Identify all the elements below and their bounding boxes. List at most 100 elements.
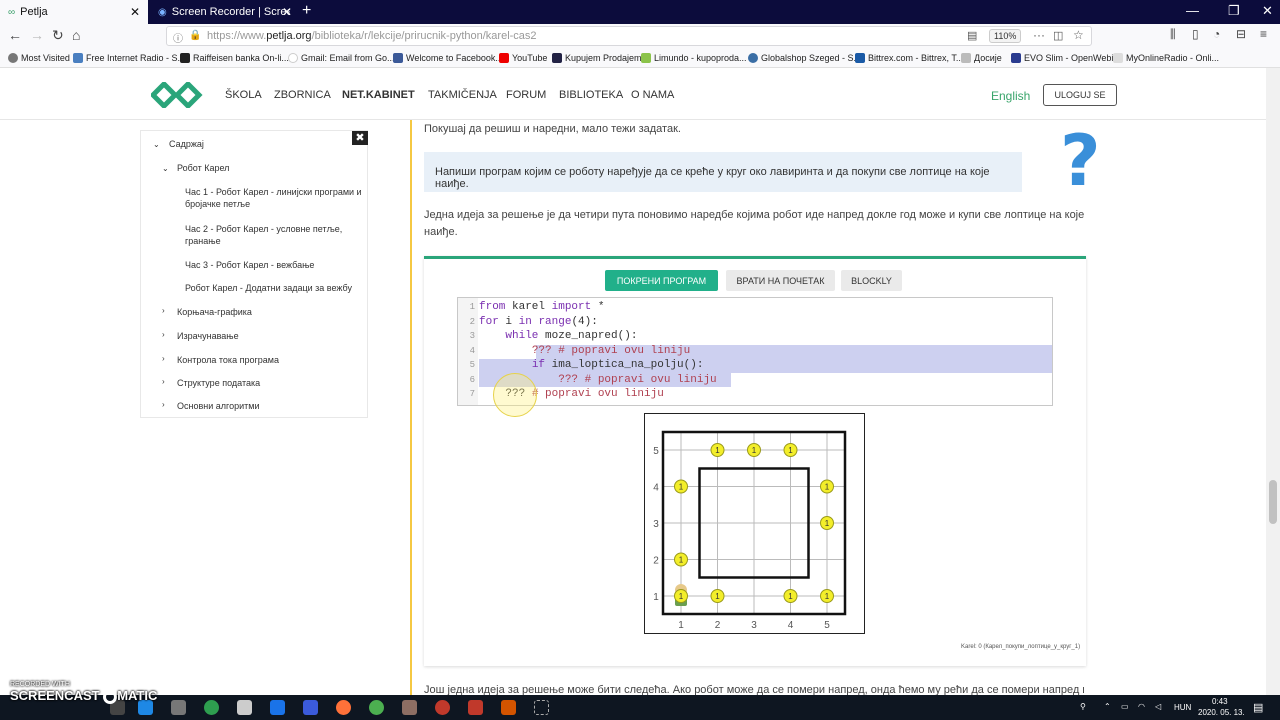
clock-time[interactable]: 0:43 — [1212, 697, 1228, 706]
bookmark-item[interactable]: YouTube — [499, 53, 547, 63]
pocket-icon[interactable]: ◫ — [1053, 29, 1063, 42]
code-line[interactable]: ??? # popravi ovu liniju — [479, 345, 690, 357]
new-tab-icon[interactable]: + — [302, 2, 311, 20]
maximize-icon[interactable]: ❐ — [1228, 3, 1240, 19]
forward-icon[interactable]: → — [30, 27, 44, 43]
clock-date[interactable]: 2020. 05. 13. — [1198, 708, 1245, 717]
chevron-right-icon[interactable]: › — [162, 306, 165, 315]
code-line[interactable]: from karel import * — [479, 301, 604, 313]
toc-section[interactable]: Корњача-графика — [177, 306, 252, 318]
toc-lesson-2[interactable]: Час 2 - Робот Карел - условне петље, гра… — [185, 223, 355, 247]
nav-takmicenja[interactable]: TAKMIČENJA — [428, 89, 497, 101]
mail-icon[interactable] — [270, 700, 285, 715]
input-language[interactable]: HUN — [1174, 703, 1191, 712]
battery-icon[interactable]: ▭ — [1121, 702, 1129, 711]
chrome-icon[interactable] — [369, 700, 384, 715]
ball-count-label: 1 — [825, 519, 830, 528]
app-icon[interactable] — [435, 700, 450, 715]
sidebar-toggle-icon[interactable]: ▯ — [1192, 27, 1199, 41]
nav-o-nama[interactable]: O NAMA — [631, 89, 674, 101]
more-actions-icon[interactable]: ··· — [1033, 28, 1045, 42]
page-scrollbar[interactable] — [1266, 68, 1280, 695]
bookmark-item[interactable]: Globalshop Szeged - S... — [748, 53, 861, 63]
bookmark-item[interactable]: Free Internet Radio - S... — [73, 53, 185, 63]
code-line[interactable]: for i in range(4): — [479, 316, 598, 328]
petlja-logo-icon[interactable] — [151, 82, 203, 108]
snipping-icon[interactable] — [534, 700, 549, 715]
chevron-right-icon[interactable]: › — [162, 354, 165, 363]
tab-screen-recorder[interactable]: ◉ Screen Recorder | Screencast-O ✕ — [150, 0, 300, 24]
bookmark-item[interactable]: Limundo - kupoproda... — [641, 53, 747, 63]
chevron-right-icon[interactable]: › — [162, 400, 165, 409]
reader-view-icon[interactable]: ▤ — [967, 29, 977, 42]
toc-lesson-1[interactable]: Час 1 - Робот Карел - линијски програми … — [185, 186, 363, 210]
reload-icon[interactable]: ↻ — [52, 27, 64, 44]
scrollbar-thumb[interactable] — [1269, 480, 1277, 524]
chevron-down-icon[interactable]: ⌄ — [162, 164, 169, 173]
bookmark-item[interactable]: MyOnlineRadio - Onli... — [1113, 53, 1219, 63]
bookmark-item[interactable]: Досије — [961, 53, 1002, 63]
close-icon[interactable]: ✕ — [282, 5, 292, 19]
calculator-icon[interactable] — [237, 700, 252, 715]
nav-forum[interactable]: FORUM — [506, 89, 546, 101]
nav-biblioteka[interactable]: BIBLIOTEKA — [559, 89, 623, 101]
chevron-right-icon[interactable]: › — [162, 377, 165, 386]
notifications-icon[interactable]: ▤ — [1253, 701, 1263, 714]
minimize-icon[interactable]: — — [1186, 3, 1199, 18]
back-icon[interactable]: ← — [8, 27, 22, 43]
url-bar[interactable]: ⓘ 🔒 https://www.petlja.org/biblioteka/r/… — [166, 26, 1092, 46]
bookmark-item[interactable]: Kupujem Prodajem — [552, 53, 642, 63]
bookmark-item[interactable]: Gmail: Email from Go... — [288, 53, 395, 63]
language-switch[interactable]: English — [991, 89, 1030, 103]
code-editor[interactable]: 1 from karel import * 2 for i in range(4): 3… — [457, 297, 1053, 406]
toc-section[interactable]: Контрола тока програма — [177, 354, 279, 366]
nav-zbornica[interactable]: ZBORNICA — [274, 89, 331, 101]
zoom-level[interactable]: 110% — [989, 29, 1022, 43]
app-icon[interactable] — [468, 700, 483, 715]
volume-icon[interactable]: ◁ — [1155, 702, 1161, 711]
toc-section[interactable]: Структуре података — [177, 377, 260, 389]
bookmark-item[interactable]: Most Visited — [8, 53, 70, 63]
toc-section[interactable]: Основни алгоритми — [177, 400, 259, 412]
close-icon[interactable]: ✕ — [130, 5, 140, 19]
tab-petlja[interactable]: ∞ Petlja ✕ — [0, 0, 148, 24]
toc-group-karel[interactable]: Робот Карел — [177, 162, 229, 174]
bookmark-item[interactable]: EVO Slim - OpenWebif — [1011, 53, 1116, 63]
network-icon[interactable]: ⚲ — [1080, 702, 1086, 711]
run-program-button[interactable]: ПОКРЕНИ ПРОГРАМ — [605, 270, 718, 291]
chevron-right-icon[interactable]: › — [162, 330, 165, 339]
toc-lesson-3[interactable]: Час 3 - Робот Карел - вежбање — [185, 259, 314, 271]
code-line[interactable]: if ima_loptica_na_polju(): — [479, 359, 704, 371]
login-button[interactable]: ULOGUJ SE — [1043, 84, 1117, 106]
tray-chevron-icon[interactable]: ⌃ — [1104, 702, 1111, 711]
wifi-icon[interactable]: ◠ — [1138, 702, 1145, 711]
bookmark-item[interactable]: Welcome to Facebook... — [393, 53, 503, 63]
toc-heading[interactable]: Садржај — [169, 138, 204, 150]
info-icon[interactable]: ⓘ — [173, 30, 183, 45]
library-icon[interactable]: ⫼ — [1170, 27, 1176, 42]
app-icon[interactable] — [501, 700, 516, 715]
nav-skola[interactable]: ŠKOLA — [225, 89, 262, 101]
idea-text-line2: наиђе. — [424, 226, 458, 238]
store-icon[interactable] — [171, 700, 186, 715]
bookmark-item[interactable]: Bittrex.com - Bittrex, T... — [855, 53, 963, 63]
blockly-button[interactable]: BLOCKLY — [841, 270, 902, 291]
extension-icon[interactable]: ⊟ — [1236, 27, 1246, 41]
app-icon[interactable] — [204, 700, 219, 715]
chevron-down-icon[interactable]: ⌄ — [153, 140, 160, 149]
account-icon[interactable]: ◔ — [1213, 27, 1220, 41]
reset-button[interactable]: ВРАТИ НА ПОЧЕТАК — [726, 270, 835, 291]
bookmark-star-icon[interactable]: ☆ — [1073, 28, 1084, 42]
toc-section[interactable]: Израчунавање — [177, 330, 239, 342]
close-window-icon[interactable]: ✕ — [1262, 3, 1273, 19]
toc-lesson-extra[interactable]: Робот Карел - Додатни задаци за вежбу — [185, 282, 352, 294]
close-sidebar-button[interactable]: ✖ — [352, 131, 368, 145]
home-icon[interactable]: ⌂ — [72, 27, 80, 43]
save-icon[interactable] — [303, 700, 318, 715]
firefox-icon[interactable] — [336, 700, 351, 715]
bookmark-item[interactable]: Raiffeisen banka On-li... — [180, 53, 289, 63]
menu-icon[interactable]: ≡ — [1260, 27, 1267, 41]
code-line[interactable]: while moze_napred(): — [479, 330, 637, 342]
nav-net-kabinet[interactable]: NET.KABINET — [342, 89, 415, 101]
app-icon[interactable] — [402, 700, 417, 715]
